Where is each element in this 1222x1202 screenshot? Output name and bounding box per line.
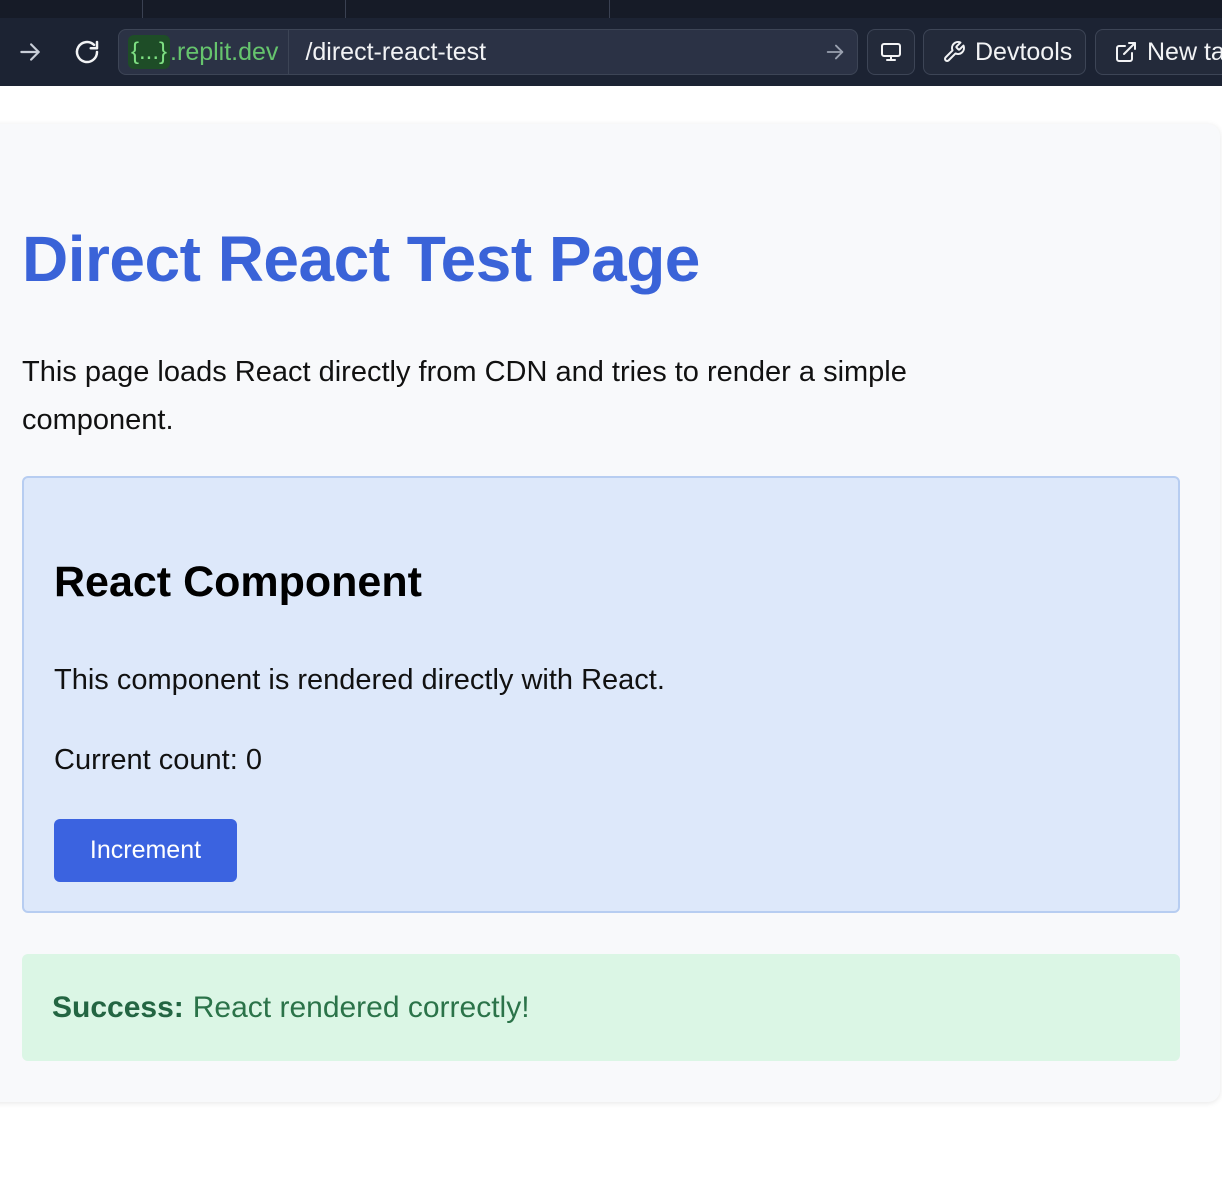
page-viewport: Direct React Test Page This page loads R…: [0, 86, 1222, 1202]
increment-button[interactable]: Increment: [54, 819, 237, 882]
component-title: React Component: [54, 558, 422, 606]
devtools-label: Devtools: [975, 37, 1073, 66]
go-button[interactable]: [813, 41, 857, 63]
url-path-input[interactable]: /direct-react-test: [289, 38, 813, 67]
tab-strip: [0, 0, 1222, 18]
success-banner: Success: React rendered correctly!: [22, 954, 1180, 1061]
page-title: Direct React Test Page: [22, 223, 700, 295]
component-description: This component is rendered directly with…: [54, 664, 665, 696]
domain-badge: {...}: [128, 35, 171, 69]
address-bar[interactable]: {...} .replit.dev /direct-react-test: [118, 29, 858, 75]
count-display: Current count: 0: [54, 744, 262, 776]
devtools-button[interactable]: Devtools: [923, 29, 1086, 75]
page-intro: This page loads React directly from CDN …: [22, 356, 907, 436]
domain-suffix: .replit.dev: [170, 37, 279, 66]
content-card: Direct React Test Page This page loads R…: [0, 124, 1220, 1102]
wrench-icon: [944, 41, 965, 62]
browser-toolbar: {...} .replit.dev /direct-react-test Dev…: [0, 0, 1222, 86]
external-link-icon: [1116, 42, 1136, 62]
device-toggle-button[interactable]: [867, 29, 915, 75]
reload-icon: [75, 40, 99, 64]
forward-button[interactable]: [12, 34, 48, 70]
tab-divider: [345, 0, 346, 18]
react-component-box: React Component This component is render…: [22, 476, 1180, 913]
monitor-icon: [881, 43, 901, 61]
success-message: React rendered correctly!: [192, 990, 530, 1024]
reload-button[interactable]: [69, 34, 105, 70]
arrow-right-icon: [826, 44, 844, 60]
tab-divider: [142, 0, 143, 18]
success-label: Success:: [52, 990, 184, 1024]
new-tab-button[interactable]: New tab: [1095, 29, 1222, 75]
tab-divider: [609, 0, 610, 18]
url-domain: {...} .replit.dev: [119, 30, 290, 74]
arrow-right-icon: [20, 43, 40, 61]
new-tab-label: New tab: [1147, 37, 1222, 66]
